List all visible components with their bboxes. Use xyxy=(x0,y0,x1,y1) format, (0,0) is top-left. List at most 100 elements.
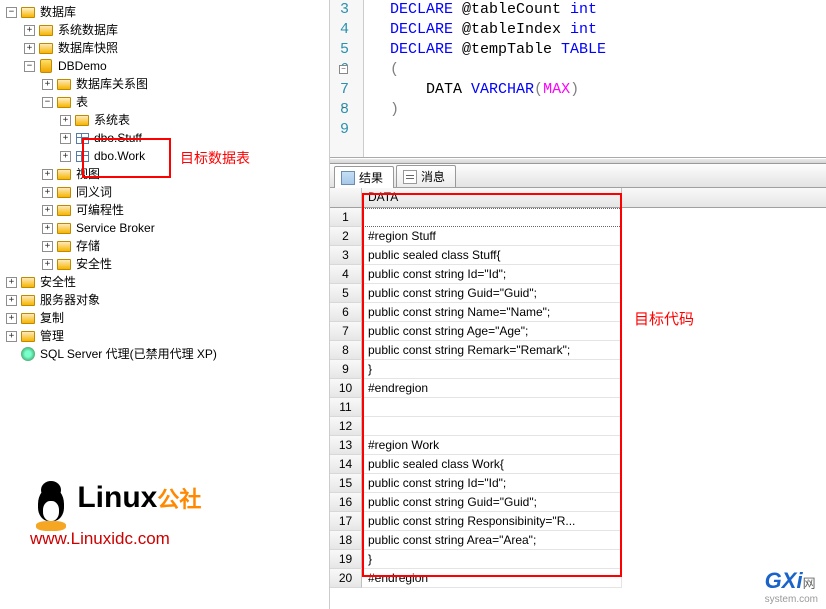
row-number[interactable]: 16 xyxy=(330,493,362,512)
expand-icon[interactable]: + xyxy=(60,133,71,144)
tree-node-snapshot[interactable]: + 数据库快照 xyxy=(6,39,329,57)
folder-icon xyxy=(75,115,89,126)
row-number[interactable]: 11 xyxy=(330,398,362,417)
fold-icon[interactable]: − xyxy=(339,65,348,74)
results-grid[interactable]: DATA 12#region Stuff3public sealed class… xyxy=(330,188,826,609)
folder-icon xyxy=(57,187,71,198)
logo-brand-x: x xyxy=(141,481,158,514)
row-number[interactable]: 15 xyxy=(330,474,362,493)
line-number: 4 xyxy=(330,20,349,40)
tree-label: DBDemo xyxy=(57,57,108,75)
folder-icon xyxy=(39,25,53,36)
tree-node-sql-agent[interactable]: SQL Server 代理(已禁用代理 XP) xyxy=(6,345,329,363)
annotation-box-tables xyxy=(82,138,171,178)
row-number[interactable]: 2 xyxy=(330,227,362,246)
tree-node-storage[interactable]: + 存储 xyxy=(6,237,329,255)
tux-icon xyxy=(30,479,72,529)
logo-url: www.Linuxidc.com xyxy=(30,529,260,549)
folder-icon xyxy=(21,277,35,288)
tree-node-programmability[interactable]: + 可编程性 xyxy=(6,201,329,219)
row-number[interactable]: 1 xyxy=(330,208,362,227)
expand-icon[interactable]: + xyxy=(42,259,53,270)
line-number: 5 xyxy=(330,40,349,60)
line-number: 6− xyxy=(330,60,349,80)
tree-node-sysdb[interactable]: + 系统数据库 xyxy=(6,21,329,39)
tree-node-service-broker[interactable]: + Service Broker xyxy=(6,219,329,237)
row-number[interactable]: 8 xyxy=(330,341,362,360)
row-number[interactable]: 12 xyxy=(330,417,362,436)
gxi-sub: system.com xyxy=(765,594,818,605)
expand-icon[interactable]: + xyxy=(6,313,17,324)
tree-node-diagrams[interactable]: + 数据库关系图 xyxy=(6,75,329,93)
tree-label: 同义词 xyxy=(75,183,113,201)
tree-node-systables[interactable]: + 系统表 xyxy=(6,111,329,129)
tree-node-server-objects[interactable]: + 服务器对象 xyxy=(6,291,329,309)
row-number[interactable]: 18 xyxy=(330,531,362,550)
tree-node-synonyms[interactable]: + 同义词 xyxy=(6,183,329,201)
expand-icon[interactable]: + xyxy=(60,115,71,126)
sql-editor[interactable]: 3 4 5 6− 7 8− 9 DECLARE @tableCount int … xyxy=(330,0,826,158)
expand-icon[interactable]: + xyxy=(24,25,35,36)
tree-label: 系统表 xyxy=(93,111,131,129)
tree-node-replication[interactable]: + 复制 xyxy=(6,309,329,327)
expand-icon[interactable]: + xyxy=(24,43,35,54)
tree-label: 系统数据库 xyxy=(57,21,119,39)
expand-icon[interactable]: + xyxy=(42,241,53,252)
tree-node-tables[interactable]: − 表 xyxy=(6,93,329,111)
tree-label: 表 xyxy=(75,93,89,111)
logo-brand: Linu xyxy=(77,481,140,514)
expand-icon[interactable]: + xyxy=(60,151,71,162)
tree-node-management[interactable]: + 管理 xyxy=(6,327,329,345)
expand-icon[interactable]: + xyxy=(6,277,17,288)
row-number[interactable]: 17 xyxy=(330,512,362,531)
editor-gutter: 3 4 5 6− 7 8− 9 xyxy=(330,0,364,157)
expand-icon[interactable]: + xyxy=(42,223,53,234)
grid-corner xyxy=(330,188,362,207)
row-number[interactable]: 3 xyxy=(330,246,362,265)
row-number[interactable]: 7 xyxy=(330,322,362,341)
expand-icon[interactable]: + xyxy=(42,205,53,216)
tree-node-security-inner[interactable]: + 安全性 xyxy=(6,255,329,273)
annotation-label-tables: 目标数据表 xyxy=(180,148,250,168)
row-number[interactable]: 13 xyxy=(330,436,362,455)
expand-icon[interactable]: + xyxy=(6,331,17,342)
line-number: 9 xyxy=(330,120,349,140)
expand-icon[interactable]: + xyxy=(42,187,53,198)
row-number[interactable]: 19 xyxy=(330,550,362,569)
tree-node-databases[interactable]: − 数据库 xyxy=(6,3,329,21)
tree-node-security[interactable]: + 安全性 xyxy=(6,273,329,291)
folder-icon xyxy=(57,79,71,90)
annotation-label-code: 目标代码 xyxy=(634,308,694,329)
folder-icon xyxy=(39,43,53,54)
results-tabs: 结果 消息 xyxy=(330,164,826,188)
expand-icon[interactable]: + xyxy=(42,169,53,180)
row-number[interactable]: 5 xyxy=(330,284,362,303)
row-number[interactable]: 10 xyxy=(330,379,362,398)
tab-messages[interactable]: 消息 xyxy=(396,165,456,187)
message-icon xyxy=(403,170,417,184)
expand-icon[interactable]: + xyxy=(6,295,17,306)
collapse-icon[interactable]: − xyxy=(42,97,53,108)
expand-icon[interactable]: + xyxy=(42,79,53,90)
folder-icon xyxy=(21,331,35,342)
collapse-icon[interactable]: − xyxy=(6,7,17,18)
row-number[interactable]: 14 xyxy=(330,455,362,474)
row-number[interactable]: 4 xyxy=(330,265,362,284)
tab-results[interactable]: 结果 xyxy=(334,166,394,188)
fold-end-icon: − xyxy=(339,105,348,114)
row-number[interactable]: 9 xyxy=(330,360,362,379)
tree-node-dbdemo[interactable]: − DBDemo xyxy=(6,57,329,75)
folder-icon xyxy=(57,259,71,270)
folder-icon xyxy=(57,223,71,234)
row-number[interactable]: 20 xyxy=(330,569,362,588)
tree-label: 数据库关系图 xyxy=(75,75,149,93)
row-number[interactable]: 6 xyxy=(330,303,362,322)
folder-icon xyxy=(57,205,71,216)
grid-icon xyxy=(341,171,355,185)
query-panel: 3 4 5 6− 7 8− 9 DECLARE @tableCount int … xyxy=(330,0,826,609)
collapse-icon[interactable]: − xyxy=(24,61,35,72)
logo-brand-cn: 公社 xyxy=(157,487,201,512)
folder-icon xyxy=(21,7,35,18)
folder-icon xyxy=(57,241,71,252)
gxi-main: GXi xyxy=(765,568,803,593)
